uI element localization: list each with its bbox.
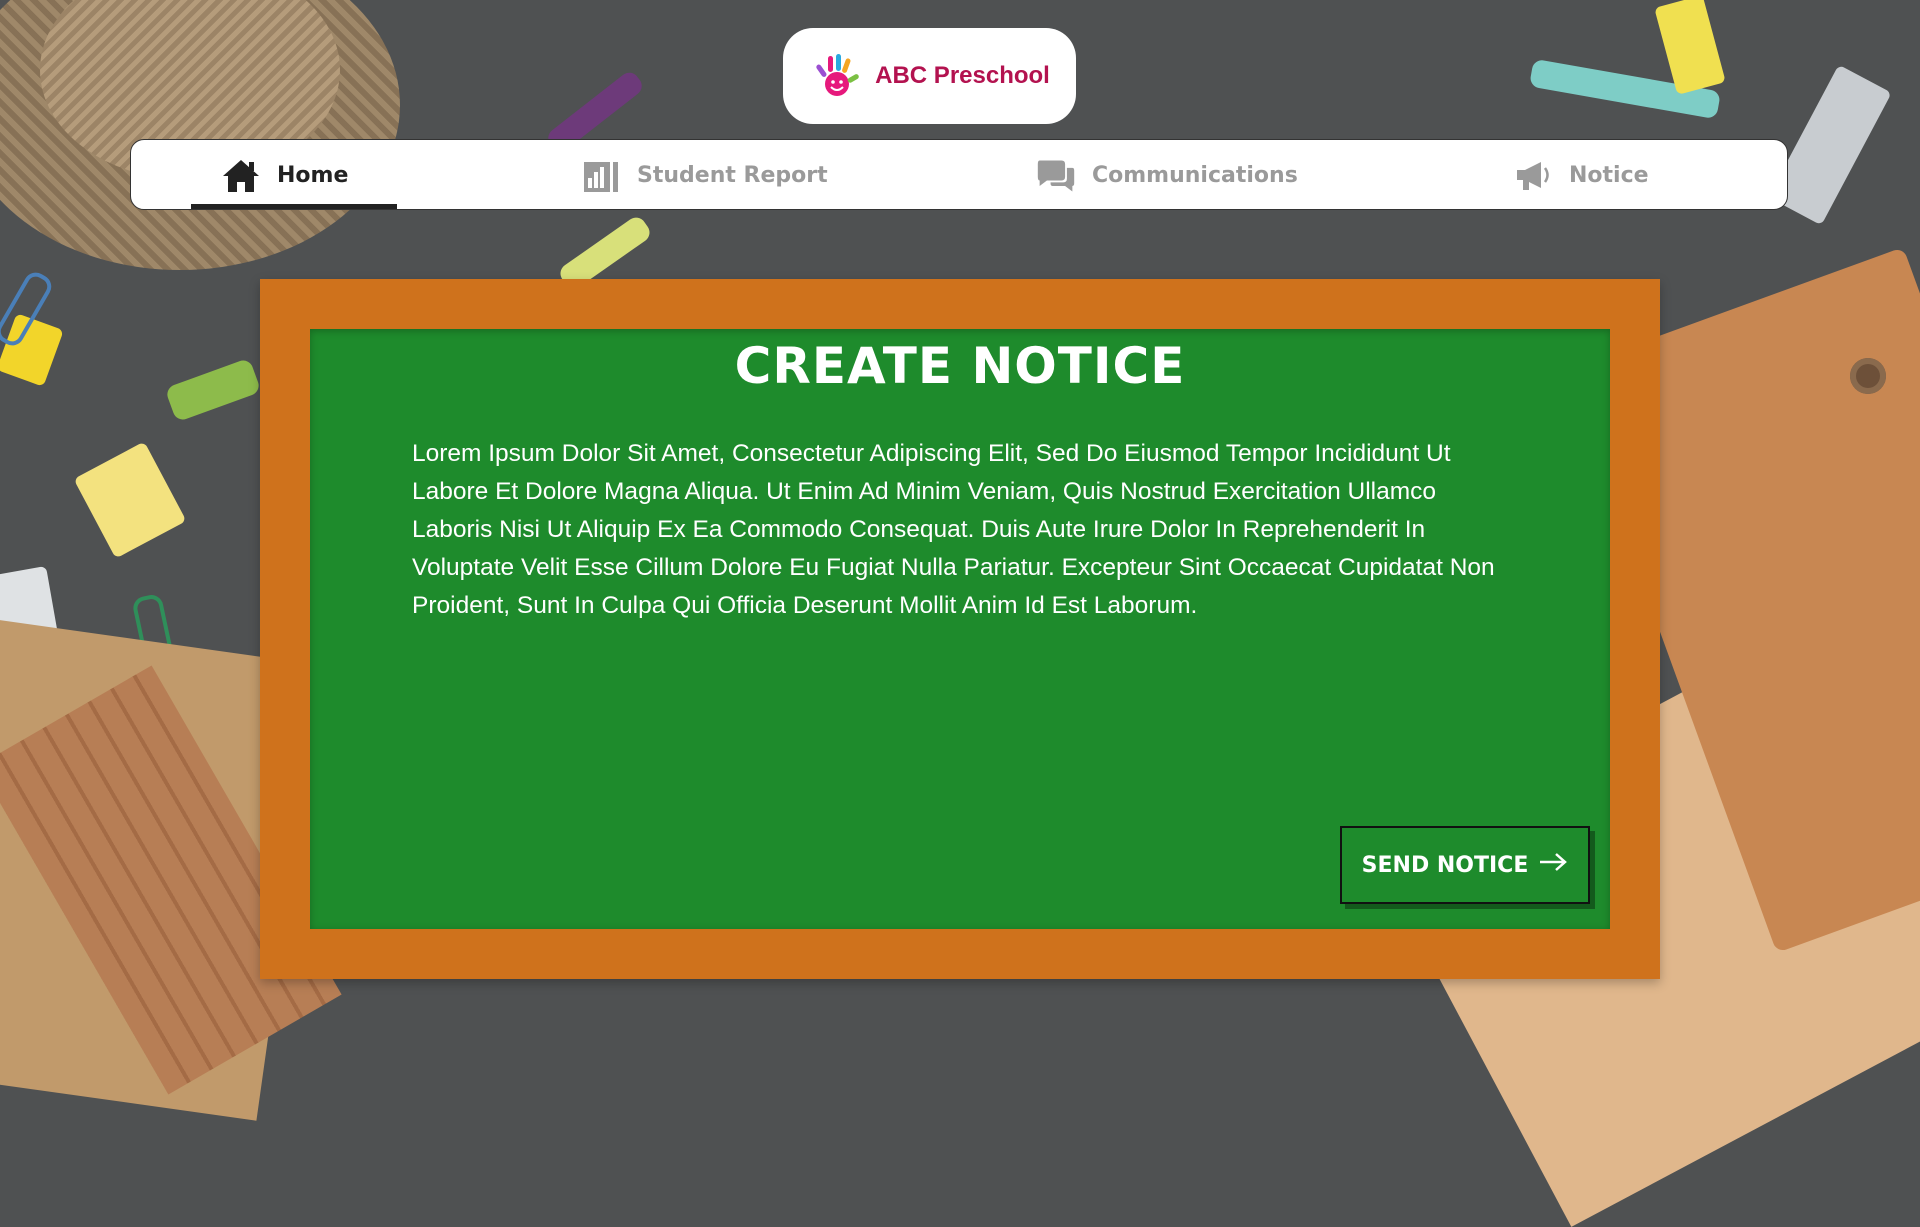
app-logo[interactable]: ABC Preschool	[783, 28, 1076, 124]
chat-icon	[1036, 156, 1076, 196]
nav-item-communications[interactable]: Communications	[1036, 140, 1298, 211]
arrow-right-icon	[1538, 852, 1568, 878]
nav-label-notice: Notice	[1569, 163, 1649, 188]
notice-title: CREATE NOTICE	[734, 337, 1186, 395]
nav-item-student-report[interactable]: Student Report	[581, 140, 828, 211]
hand-logo-icon	[809, 48, 865, 104]
nav-label-communications: Communications	[1092, 163, 1298, 188]
main-nav: Home Student Report Communications Notic…	[130, 139, 1788, 210]
green-chalk-decoration	[164, 357, 262, 423]
report-icon	[581, 156, 621, 196]
yellow-lego-decoration	[73, 441, 187, 559]
send-notice-button[interactable]: SEND NOTICE	[1340, 826, 1590, 904]
home-icon	[221, 156, 261, 196]
app-name: ABC Preschool	[875, 62, 1050, 89]
active-tab-indicator	[191, 204, 397, 209]
yellow-lego-decoration-top	[1654, 0, 1726, 95]
send-notice-label: SEND NOTICE	[1361, 852, 1529, 878]
notebook-rivet-decoration	[1850, 358, 1886, 394]
nav-item-home[interactable]: Home	[221, 140, 348, 211]
notice-body[interactable]: Lorem Ipsum Dolor Sit Amet, Consectetur …	[412, 435, 1522, 625]
nav-item-notice[interactable]: Notice	[1513, 140, 1649, 211]
nav-label-home: Home	[277, 163, 349, 188]
notice-board: CREATE NOTICE Lorem Ipsum Dolor Sit Amet…	[310, 329, 1610, 929]
notice-board-frame: CREATE NOTICE Lorem Ipsum Dolor Sit Amet…	[260, 279, 1660, 979]
nav-label-student-report: Student Report	[637, 163, 828, 188]
megaphone-icon	[1513, 156, 1553, 196]
